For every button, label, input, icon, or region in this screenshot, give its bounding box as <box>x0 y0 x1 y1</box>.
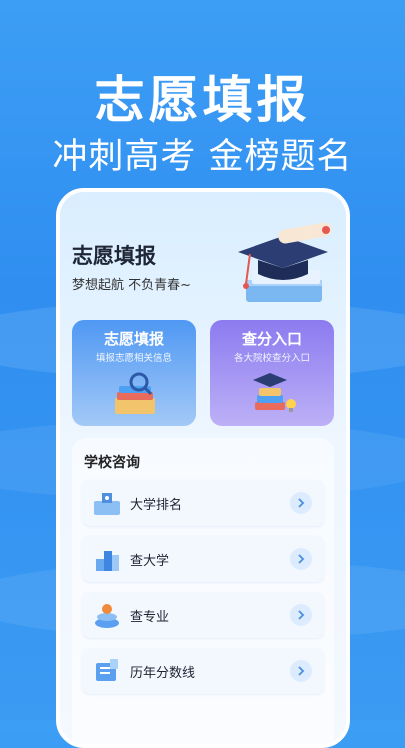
promo-tagline: 冲刺高考 金榜题名 <box>52 137 353 177</box>
list-item-label: 查大学 <box>130 554 170 569</box>
card-title: 志愿填报 <box>103 330 164 348</box>
graduation-cap-books-icon <box>253 373 296 412</box>
university-building-icon <box>96 551 119 571</box>
chevron-right-icon[interactable] <box>290 604 312 626</box>
card-score-entry[interactable]: 查分入口 各大院校查分入口 <box>210 320 334 426</box>
list-item-label: 大学排名 <box>130 498 183 513</box>
chevron-right-icon[interactable] <box>290 548 312 570</box>
graduation-cap-hero-icon <box>238 222 332 302</box>
card-subtitle: 填报志愿相关信息 <box>95 353 172 364</box>
ranking-building-icon <box>94 493 120 515</box>
card-subtitle: 各大院校查分入口 <box>233 353 310 364</box>
phone-mockup: 志愿填报 梦想起航 不负青春~ 志愿填报 填报志愿相关信息 查分入口 各大院校查… <box>56 188 350 748</box>
list-item-find-university[interactable]: 查大学 <box>82 536 324 582</box>
chevron-right-icon[interactable] <box>290 492 312 514</box>
list-item-university-ranking[interactable]: 大学排名 <box>82 480 324 526</box>
section-title: 学校咨询 <box>84 455 140 471</box>
promo-headline: 志愿填报 <box>94 71 311 129</box>
list-item-find-major[interactable]: 查专业 <box>82 592 324 638</box>
school-consult-panel: 学校咨询 大学排名 查大学 查专业 历年分数线 <box>72 438 334 744</box>
card-volunteer-fill[interactable]: 志愿填报 填报志愿相关信息 <box>72 320 196 426</box>
books-magnifier-icon <box>115 372 155 414</box>
app-subtitle: 梦想起航 不负青春~ <box>72 278 192 293</box>
major-stack-icon <box>95 604 119 628</box>
list-item-label: 查专业 <box>130 610 170 625</box>
list-item-historical-scores[interactable]: 历年分数线 <box>82 648 324 694</box>
score-document-icon <box>96 659 118 681</box>
list-item-label: 历年分数线 <box>130 666 196 681</box>
chevron-right-icon[interactable] <box>290 660 312 682</box>
card-title: 查分入口 <box>241 330 302 348</box>
app-title: 志愿填报 <box>72 244 156 268</box>
